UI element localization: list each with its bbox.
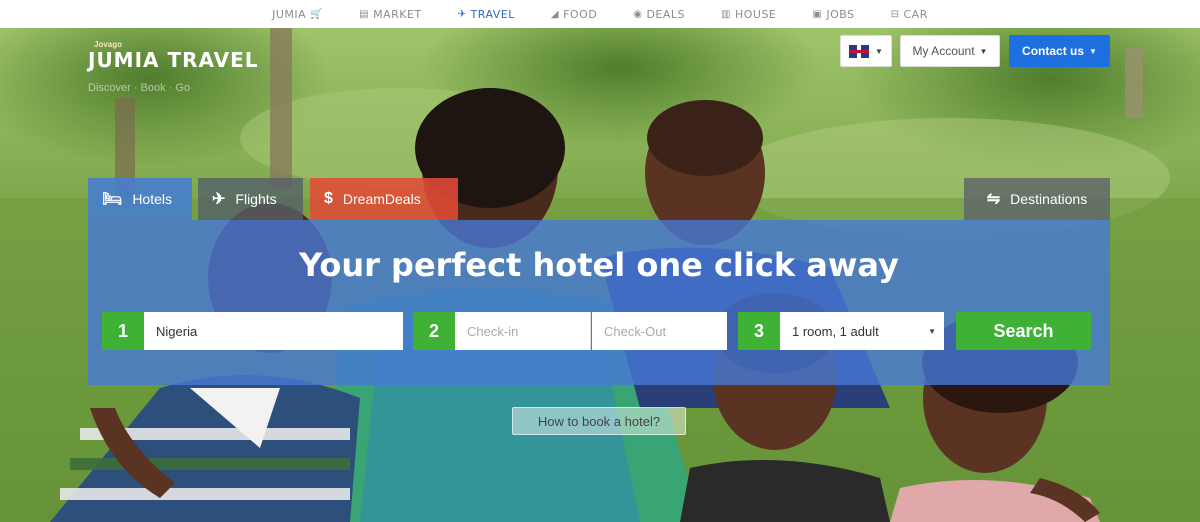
rooms-guests-select[interactable]: 1 room, 1 adult ▼ (780, 312, 944, 350)
network-link-deals[interactable]: ◉ DEALS (615, 8, 703, 21)
house-icon: ▥ (721, 8, 731, 20)
signpost-icon: ⇋ (986, 191, 1001, 208)
tab-hotels[interactable]: 🛏 Hotels (88, 178, 192, 220)
network-link-label: TRAVEL (470, 7, 515, 21)
tab-flights[interactable]: ✈ Flights (198, 178, 303, 220)
network-link-travel[interactable]: ✈ TRAVEL (440, 7, 533, 30)
network-link-label: CAR (903, 7, 928, 21)
tag-icon: ◉ (633, 8, 643, 20)
network-link-house[interactable]: ▥ HOUSE (703, 8, 794, 21)
food-icon: ◢ (550, 8, 560, 20)
hotel-search-panel: Your perfect hotel one click away 1 Nige… (88, 220, 1110, 385)
car-icon: ⊟ (890, 8, 900, 20)
uk-flag-icon (849, 44, 870, 58)
step-2-badge: 2 (413, 312, 455, 350)
logo-brand: JUMIA TRAVEL (88, 48, 259, 72)
network-link-car[interactable]: ⊟ CAR (873, 8, 946, 21)
my-account-label: My Account (912, 44, 975, 58)
tab-dreamdeals[interactable]: $ DreamDeals (310, 178, 458, 220)
tab-destinations-label: Destinations (1010, 191, 1088, 207)
market-icon: ▤ (359, 8, 370, 20)
network-link-food[interactable]: ◢ FOOD (533, 8, 615, 21)
network-link-label: MARKET (373, 7, 422, 21)
network-bar: JUMIA 🛒 ▤ MARKET ✈ TRAVEL ◢ FOOD ◉ DEALS ▥ HOUSE ▣ JO… (0, 0, 1200, 30)
rooms-guests-value: 1 room, 1 adult (792, 323, 879, 339)
plane-icon: ✈ (212, 191, 226, 208)
tab-flights-label: Flights (235, 191, 277, 207)
tab-destinations[interactable]: ⇋ Destinations (964, 178, 1110, 220)
network-link-label: JOBS (826, 7, 855, 21)
network-link-label: HOUSE (734, 7, 777, 21)
cart-icon: 🛒 (310, 8, 324, 20)
language-selector[interactable]: ▼ (840, 35, 892, 67)
chevron-down-icon: ▼ (979, 46, 988, 56)
my-account-button[interactable]: My Account ▼ (900, 35, 1000, 67)
checkin-input[interactable]: Check-in (455, 312, 591, 350)
network-link-jobs[interactable]: ▣ JOBS (794, 8, 872, 21)
plane-icon: ✈ (457, 8, 467, 20)
network-link-market[interactable]: ▤ MARKET (341, 8, 440, 21)
chevron-down-icon: ▼ (875, 46, 883, 56)
checkout-input[interactable]: Check-Out (592, 312, 727, 350)
chevron-down-icon: ▼ (1089, 46, 1097, 56)
how-to-book-button[interactable]: How to book a hotel? (512, 407, 686, 435)
contact-us-label: Contact us (1022, 44, 1085, 58)
tab-hotels-label: Hotels (132, 191, 172, 207)
step-3-badge: 3 (738, 312, 780, 350)
tab-dreamdeals-label: DreamDeals (342, 191, 421, 207)
dollar-icon: $ (324, 190, 333, 207)
search-title: Your perfect hotel one click away (299, 246, 899, 284)
briefcase-icon: ▣ (812, 8, 823, 20)
network-link-label: FOOD (563, 7, 598, 21)
destination-input[interactable]: Nigeria (144, 312, 403, 350)
search-button[interactable]: Search (956, 312, 1091, 350)
bed-icon: 🛏 (102, 191, 123, 208)
network-link-label: DEALS (646, 7, 686, 21)
logo-tagline: Discover · Book · Go (88, 82, 191, 94)
chevron-down-icon: ▼ (928, 326, 936, 336)
contact-us-button[interactable]: Contact us ▼ (1009, 35, 1110, 67)
network-link-label: JUMIA (272, 7, 307, 21)
network-link-jumia[interactable]: JUMIA 🛒 (254, 8, 341, 21)
step-1-badge: 1 (102, 312, 144, 350)
